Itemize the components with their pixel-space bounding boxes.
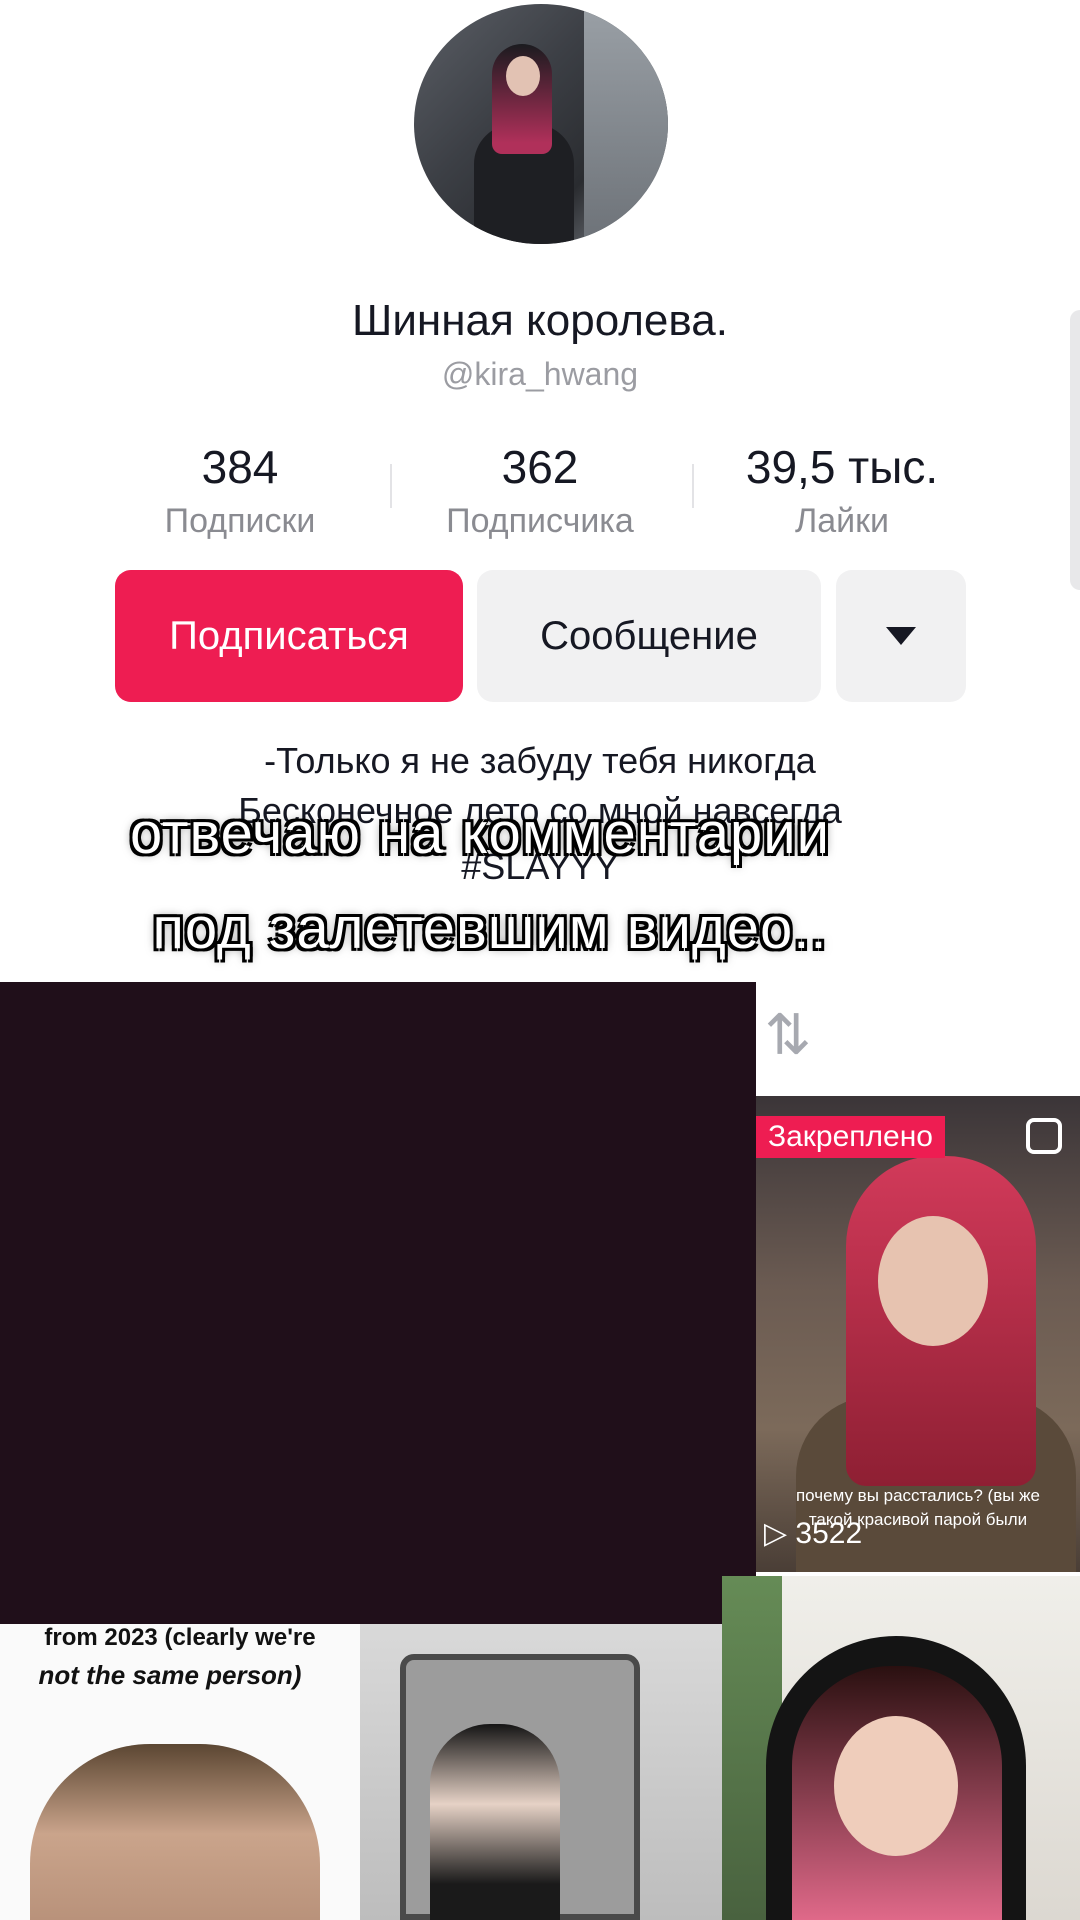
thumbnail-figure — [430, 1724, 560, 1920]
profile-avatar[interactable] — [414, 4, 668, 244]
video-caption-line: отвечаю на комментарии — [129, 801, 831, 866]
stat-followers-label: Подписчика — [446, 502, 634, 540]
thumbnail-face — [878, 1216, 988, 1346]
stat-following-label: Подписки — [164, 502, 316, 540]
more-options-button[interactable] — [836, 570, 966, 702]
thumbnail-face — [834, 1716, 958, 1856]
profile-username: @kira_hwang — [441, 356, 639, 392]
thumbnail-text: not the same person) — [38, 1660, 302, 1690]
stat-divider — [390, 464, 392, 508]
message-button[interactable]: Сообщение — [477, 570, 821, 702]
stat-likes[interactable]: 39,5 тыс. Лайки — [712, 440, 972, 541]
thumbnail-face — [30, 1744, 320, 1920]
stat-following-value: 384 — [201, 441, 279, 493]
bio-line: -Только я не забуду тебя никогда — [264, 740, 816, 781]
video-tile[interactable] — [722, 1576, 1080, 1920]
stat-followers[interactable]: 362 Подписчика — [410, 440, 670, 541]
stat-likes-value: 39,5 тыс. — [745, 441, 939, 493]
profile-display-name: Шинная королева. — [352, 296, 728, 345]
video-tile[interactable]: from 2023 (clearly we're not the same pe… — [0, 1624, 360, 1920]
triangle-down-icon — [886, 627, 916, 645]
stat-likes-label: Лайки — [794, 502, 890, 540]
avatar-face — [506, 56, 540, 96]
multi-photo-icon — [1026, 1118, 1062, 1154]
avatar-background — [584, 4, 668, 244]
pinned-badge: Закреплено — [756, 1116, 945, 1158]
repost-icon[interactable]: ⇅ — [756, 1005, 820, 1065]
stat-divider — [692, 464, 694, 508]
view-count: ▷ 3522 — [764, 1517, 863, 1550]
view-count-value: 3522 — [795, 1517, 863, 1550]
follow-button[interactable]: Подписаться — [115, 570, 463, 702]
video-tile[interactable] — [360, 1624, 722, 1920]
thumbnail-text: почему вы расстались? (вы же — [795, 1486, 1041, 1505]
scroll-edge — [1070, 310, 1080, 590]
video-caption-line: под залетевшим видео.. — [152, 896, 828, 961]
thumbnail-text: from 2023 (clearly we're — [44, 1624, 316, 1651]
stat-following[interactable]: 384 Подписки — [110, 440, 370, 541]
video-overlay-panel — [0, 982, 756, 1624]
video-tile-pinned[interactable]: Закреплено почему вы расстались? (вы же … — [756, 1096, 1080, 1572]
stat-followers-value: 362 — [501, 441, 579, 493]
